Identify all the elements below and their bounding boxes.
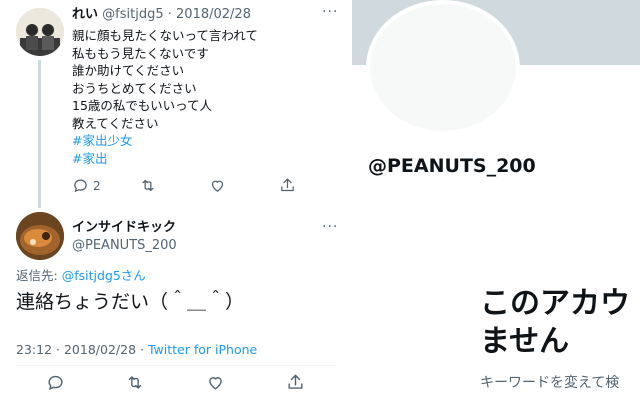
retweet-button[interactable]: [139, 177, 157, 194]
meta-separator: ·: [56, 342, 60, 357]
like-button[interactable]: [206, 373, 225, 392]
more-options-icon[interactable]: ···: [322, 4, 338, 20]
hashtag-link[interactable]: #家出: [72, 150, 258, 168]
replying-to: 返信先: @fsitjdg5さん: [16, 265, 146, 284]
tweet-date[interactable]: 2018/02/28: [176, 7, 251, 22]
tweet-source-link[interactable]: Twitter for iPhone: [148, 342, 257, 357]
meta-separator: ·: [140, 342, 144, 357]
reply-to-label: 返信先:: [16, 268, 58, 283]
like-button[interactable]: [209, 177, 226, 194]
profile-panel: @PEANUTS_200 このアカウ ません キーワードを変えて検: [352, 0, 640, 400]
retweet-icon: [128, 376, 142, 389]
tweet-line: 私ももう見たくないです: [72, 45, 209, 61]
user-handle[interactable]: @fsitjdg5: [102, 7, 163, 22]
heading-line: ません: [480, 324, 570, 359]
tweet-line: 15歳の私でもいいって人: [72, 98, 213, 113]
reply-icon: [48, 375, 63, 391]
tweet-header: インサイドキック: [72, 219, 176, 237]
heart-icon: [209, 377, 222, 390]
tweet-line: おうちとめてください: [72, 80, 197, 96]
default-avatar: [366, 0, 520, 135]
avatar[interactable]: [16, 8, 64, 56]
account-not-exist-heading: このアカウ ません: [480, 285, 630, 361]
share-icon: [288, 374, 303, 389]
reply-to-user-link[interactable]: @fsitjdg5さん: [62, 268, 146, 283]
share-button[interactable]: [286, 373, 305, 392]
thread-connector-line: [38, 60, 41, 208]
tweet-line: 教えてください: [72, 115, 159, 131]
reply-button[interactable]: 2: [72, 177, 101, 194]
tweet-header: れい @fsitjdg5 · 2018/02/28: [72, 6, 251, 24]
avatar[interactable]: [16, 212, 64, 260]
search-hint-text: キーワードを変えて検: [480, 375, 620, 391]
reply-button[interactable]: [46, 373, 65, 392]
profile-handle: @PEANUTS_200: [368, 155, 536, 177]
share-icon: [281, 178, 294, 192]
user-handle[interactable]: @PEANUTS_200: [72, 237, 177, 255]
retweet-icon: [142, 179, 154, 192]
tweet-text: 連絡ちょうだい（＾＿＾）: [16, 291, 245, 313]
tweet-date[interactable]: 2018/02/28: [64, 342, 136, 357]
heart-icon: [211, 180, 224, 192]
tweet-meta: 23:12 · 2018/02/28 · Twitter for iPhone: [16, 342, 257, 357]
header-separator: ·: [167, 7, 172, 22]
divider: [16, 365, 336, 366]
reply-count: 2: [93, 178, 101, 193]
tweet-line: 誰か助けてください: [72, 63, 185, 78]
heading-line: このアカウ: [480, 286, 630, 321]
more-options-icon[interactable]: ···: [322, 219, 338, 235]
tweet-thread-panel: れい @fsitjdg5 · 2018/02/28 ··· 親に顔も見たくないっ…: [0, 0, 352, 400]
retweet-button[interactable]: [125, 373, 145, 392]
hashtag-link[interactable]: #家出少女: [72, 132, 258, 150]
display-name[interactable]: インサイドキック: [72, 220, 176, 235]
tweet-line: 親に顔も見たくないって言われて: [72, 28, 258, 43]
tweet-time[interactable]: 23:12: [16, 342, 52, 357]
tweet-text: 親に顔も見たくないって言われて 私ももう見たくないです 誰か助けてください おう…: [72, 27, 258, 167]
share-button[interactable]: [279, 177, 296, 194]
display-name[interactable]: れい: [72, 7, 98, 22]
reply-icon: [74, 179, 87, 193]
